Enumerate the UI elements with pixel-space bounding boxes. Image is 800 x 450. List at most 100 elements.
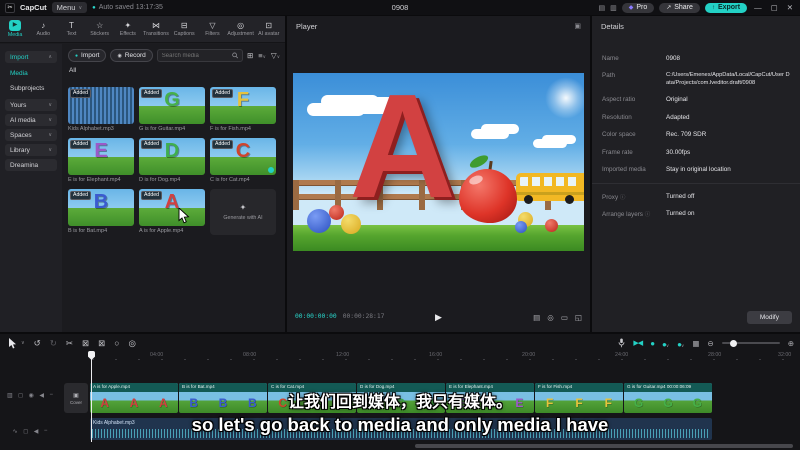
sidebar-item-dreamina[interactable]: Dreamina <box>5 159 57 171</box>
detail-row-framerate: Frame rate 30.00fps <box>602 148 691 156</box>
chevron-down-icon: ∨ <box>48 132 52 138</box>
thumb-letter: G <box>164 89 180 111</box>
undo-icon[interactable]: ↺ <box>34 338 41 349</box>
link-clips-icon[interactable]: ● <box>650 339 655 348</box>
minimize-button[interactable]: — <box>752 3 764 12</box>
tab-transitions[interactable]: ⋈ Transitions <box>142 16 170 42</box>
autosave-dot-icon: ● <box>92 4 96 11</box>
chevron-down-icon[interactable]: ∨ <box>21 340 25 346</box>
pro-button[interactable]: ◆ Pro <box>621 2 655 13</box>
media-item[interactable]: Added B B is for Bat.mp4 <box>68 189 134 235</box>
media-item[interactable]: Added A A is for Apple.mp4 <box>139 189 205 235</box>
tab-audio[interactable]: ♪ Audio <box>29 16 57 42</box>
sidebar-item-ai-media[interactable]: AI media ∨ <box>5 114 57 126</box>
media-item[interactable]: Added C C is for Cat.mp4 <box>210 138 276 183</box>
scene-ball <box>307 209 331 233</box>
split-icon[interactable]: ✂ <box>66 338 73 349</box>
render-preview-icon[interactable]: ▦ <box>692 339 699 348</box>
preview-update-icon[interactable]: ●∨ <box>662 334 669 352</box>
tab-filters[interactable]: ▽ Filters <box>198 16 226 42</box>
tab-text[interactable]: T Text <box>57 16 85 42</box>
chevron-down-icon: ∨ <box>78 4 83 11</box>
tab-adjustment[interactable]: ◎ Adjustment <box>227 16 255 42</box>
all-filter-label[interactable]: All <box>62 65 285 77</box>
chevron-down-icon: ∨ <box>48 147 52 153</box>
export-button[interactable]: ↑ Export <box>704 2 748 13</box>
delete-left-icon[interactable]: ⊠ <box>82 338 89 349</box>
media-item[interactable]: Added D D is for Dog.mp4 <box>139 138 205 183</box>
thumb-letter: F <box>236 89 250 111</box>
crop-icon[interactable]: ○ <box>114 338 119 348</box>
scene-ball <box>545 219 558 232</box>
detail-row-colorspace: Color space Rec. 709 SDR <box>602 131 707 139</box>
filter-icon[interactable]: ▽∨ <box>271 51 280 60</box>
share-button[interactable]: ↗ Share <box>659 2 700 13</box>
close-button[interactable]: ✕ <box>785 3 795 12</box>
sidebar-item-library[interactable]: Library ∨ <box>5 144 57 156</box>
video-preview[interactable]: A <box>293 73 584 251</box>
sidebar-item-import[interactable]: Import ∧ <box>5 51 57 63</box>
sidebar-item-yours[interactable]: Yours ∨ <box>5 99 57 111</box>
layout-panels-icon[interactable]: ▥ <box>610 4 617 12</box>
scene-cloud <box>471 129 509 139</box>
horizontal-scrollbar[interactable] <box>415 444 793 448</box>
auto-ripple-icon[interactable]: ●∨ <box>677 334 684 352</box>
mouse-cursor <box>178 208 190 224</box>
voiceover-mic-icon[interactable] <box>618 338 625 348</box>
layout-toggle-icon[interactable]: ▤ <box>598 4 605 12</box>
media-item[interactable]: Added E E is for Elephant.mp4 <box>68 138 134 183</box>
info-icon: ⓘ <box>644 212 651 219</box>
chevron-down-icon: ∨ <box>48 102 52 108</box>
thumb-letter: E <box>94 140 108 162</box>
tab-stickers[interactable]: ☆ Stickers <box>86 16 114 42</box>
delete-right-icon[interactable]: ⊠ <box>98 338 105 349</box>
tab-effects[interactable]: ✦ Effects <box>114 16 142 42</box>
grid-view-icon[interactable]: ⊞ <box>247 51 253 60</box>
zoom-slider-knob[interactable] <box>729 339 737 347</box>
ratio-icon[interactable]: ▭ <box>561 313 568 322</box>
detail-row-resolution: Resolution Adapted <box>602 113 690 121</box>
fullscreen-icon[interactable]: ◱ <box>575 313 582 322</box>
select-tool-icon[interactable] <box>8 337 17 349</box>
tab-media[interactable]: ▶ Media <box>1 16 29 42</box>
maximize-button[interactable]: ▢ <box>769 3 780 12</box>
timeline-ruler[interactable]: 04:00 08:00 12:00 16:00 20:00 24:00 28:0… <box>62 351 800 363</box>
modify-button[interactable]: Modify <box>746 311 792 324</box>
added-badge: Added <box>70 89 92 98</box>
media-grid: Added Kids Alphabet.mp3 Added G G is for… <box>68 87 276 235</box>
zoom-in-icon[interactable]: ⊕ <box>788 339 794 348</box>
record-button[interactable]: ◉ Record <box>110 49 153 62</box>
media-item[interactable]: Added F F is for Fish.mp4 <box>210 87 276 132</box>
tab-ai-avatar[interactable]: ⊡ AI avatar <box>255 16 283 42</box>
search-box[interactable] <box>156 49 243 62</box>
mask-icon[interactable]: ◎ <box>128 338 135 349</box>
sort-icon[interactable]: ≡∨ <box>258 51 266 60</box>
magnet-snap-icon[interactable]: ▶◀ <box>633 339 643 347</box>
mirror-preview-icon[interactable]: ▤ <box>533 313 540 322</box>
sidebar-item-subprojects[interactable]: Subprojects <box>0 81 62 96</box>
chevron-up-icon: ∧ <box>48 54 52 60</box>
zoom-out-icon[interactable]: ⊖ <box>707 339 713 348</box>
search-input[interactable] <box>161 52 232 59</box>
media-item[interactable]: Added G G is for Guitar.mp4 <box>139 87 205 132</box>
timeline-zoom-slider[interactable] <box>721 339 780 347</box>
media-item-name: B is for Bat.mp4 <box>68 228 108 234</box>
panel-expand-icon[interactable]: ▣ <box>574 22 581 30</box>
scene-apple <box>459 169 517 223</box>
generate-with-ai-tile[interactable]: ✦ Generate with AI <box>210 189 276 235</box>
snapshot-icon[interactable]: ◎ <box>547 313 554 322</box>
project-name-value: 0908 <box>666 54 681 62</box>
ai-avatar-icon: ⊡ <box>265 21 273 30</box>
subtitle-english: so let's go back to media and only media… <box>191 414 609 435</box>
sidebar-item-spaces[interactable]: Spaces ∨ <box>5 129 57 141</box>
menu-button[interactable]: Menu ∨ <box>51 2 88 13</box>
redo-icon[interactable]: ↻ <box>50 338 57 349</box>
scene-school-bus <box>516 173 584 204</box>
thumb-letter: D <box>164 140 180 162</box>
scene-letter-a: A <box>349 73 456 229</box>
details-title: Details <box>601 21 624 31</box>
sidebar-item-media[interactable]: Media <box>0 66 62 81</box>
import-button[interactable]: ● Import <box>68 49 107 62</box>
tab-captions[interactable]: ⊟ Captions <box>170 16 198 42</box>
media-item[interactable]: Added Kids Alphabet.mp3 <box>68 87 134 132</box>
